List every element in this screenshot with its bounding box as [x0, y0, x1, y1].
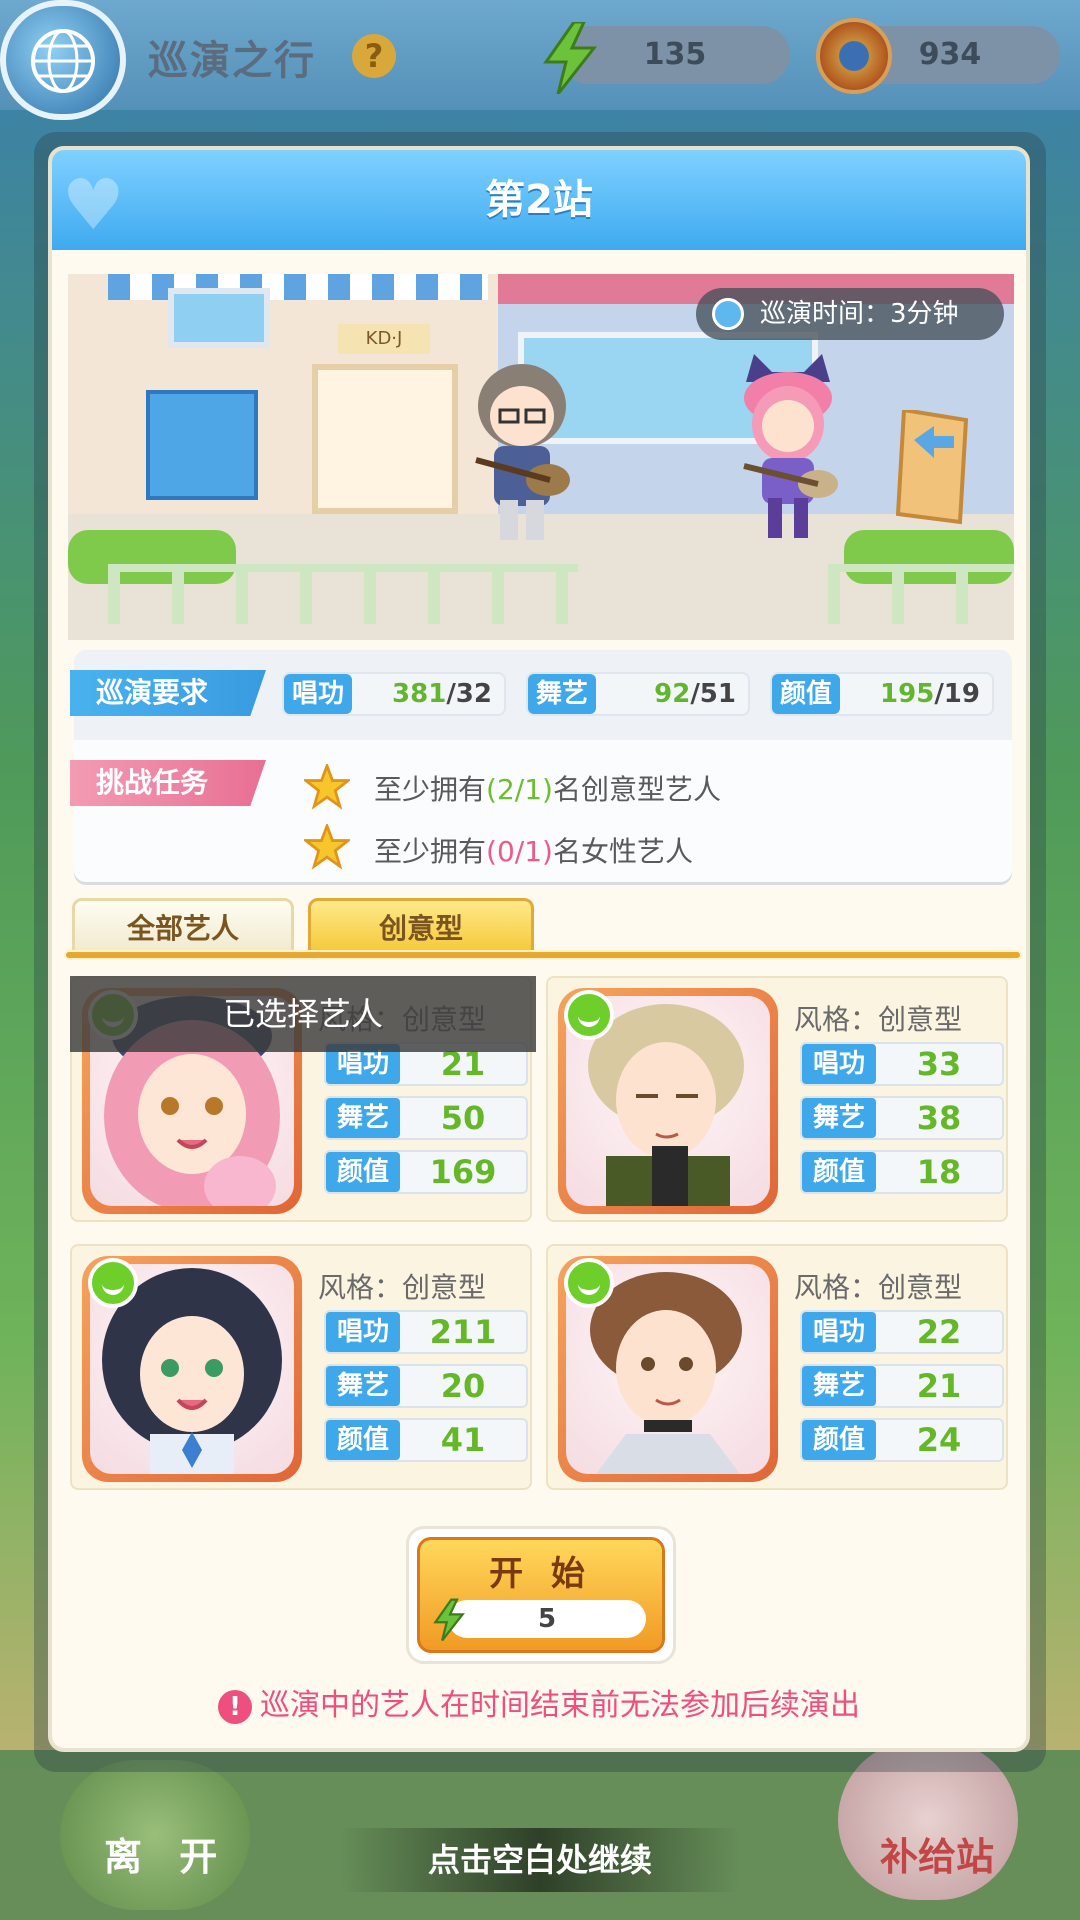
status-smile-icon — [88, 1258, 138, 1308]
welcome-board-icon — [895, 410, 969, 525]
requirement-looks: 颜值 195/19 — [770, 672, 994, 716]
globe-icon[interactable] — [0, 0, 126, 120]
continue-hint: 点击空白处继续 — [427, 1841, 652, 1879]
leave-label: 离 开 — [104, 1835, 230, 1879]
status-smile-icon — [564, 990, 614, 1040]
start-button[interactable]: 开 始 5 — [417, 1537, 665, 1653]
artist-looks-stat: 颜值 18 — [800, 1150, 1004, 1194]
coin-icon — [816, 18, 892, 94]
requirement-looks-tag: 颜值 — [772, 674, 841, 714]
requirement-vocal: 唱功 381/32 — [282, 672, 506, 716]
artist-looks-stat: 颜值 169 — [324, 1150, 528, 1194]
energy-cost: 5 — [448, 1600, 646, 1638]
shop-sign: KD·J — [338, 324, 430, 354]
tab-underline — [64, 950, 1022, 960]
artist-dance-stat: 舞艺 21 — [800, 1364, 1004, 1408]
selected-artist-overlay: 已选择艺人 — [70, 976, 536, 1052]
guitarist-boy-character — [475, 364, 570, 540]
tour-time-text: 巡演时间：3分钟 — [760, 299, 959, 329]
supply-station-label: 补给站 — [880, 1835, 995, 1879]
requirement-dance: 舞艺 92/51 — [526, 672, 750, 716]
selected-artist-text: 已选择艺人 — [222, 995, 383, 1033]
help-icon[interactable]: ? — [352, 34, 396, 78]
tab-all-artists[interactable]: 全部艺人 — [72, 898, 294, 954]
warning-text: 巡演中的艺人在时间结束前无法参加后续演出 — [260, 1688, 860, 1723]
energy-bolt-icon — [543, 22, 598, 94]
artist-style: 风格：创意型 — [794, 1003, 963, 1036]
modal-title: 第2站 — [485, 177, 593, 223]
start-button-frame: 开 始 5 — [406, 1526, 676, 1664]
artist-card-4[interactable]: 风格：创意型 唱功 22 舞艺 21 颜值 24 — [546, 1244, 1008, 1490]
challenge-task-2: 至少拥有(0/1)名女性艺人 — [374, 835, 693, 868]
warning-icon: ! — [218, 1689, 252, 1724]
star-icon — [304, 824, 350, 870]
artist-card-3[interactable]: 风格：创意型 唱功 211 舞艺 20 颜值 41 — [70, 1244, 532, 1490]
fence-right — [828, 564, 1014, 624]
status-smile-icon — [564, 1258, 614, 1308]
challenge-tasks-label: 挑战任务 — [70, 760, 266, 806]
requirement-dance-tag: 舞艺 — [528, 674, 597, 714]
guitarist-girl-character — [743, 354, 838, 538]
star-icon — [304, 764, 350, 810]
tour-stop-modal: ♥ 第2站 KD·J 巡演时间：3分钟 巡演要求 唱功 381/32 舞艺 92… — [48, 146, 1030, 1752]
requirement-vocal-value: 381/32 — [392, 679, 492, 709]
continue-hint-bar[interactable]: 点击空白处继续 — [340, 1828, 740, 1892]
vending-machine — [146, 390, 258, 500]
artist-dance-stat: 舞艺 50 — [324, 1096, 528, 1140]
artist-looks-stat: 颜值 24 — [800, 1418, 1004, 1462]
energy-cost-value: 5 — [537, 1604, 557, 1634]
alarm-clock-icon — [712, 298, 744, 330]
tour-scene-illustration: KD·J 巡演时间：3分钟 — [68, 274, 1014, 640]
artist-style: 风格：创意型 — [794, 1271, 963, 1304]
shop-door — [312, 364, 458, 514]
artist-dance-stat: 舞艺 38 — [800, 1096, 1004, 1140]
challenge-task-1: 至少拥有(2/1)名创意型艺人 — [374, 773, 721, 806]
artist-dance-stat: 舞艺 20 — [324, 1364, 528, 1408]
artist-vocal-stat: 唱功 33 — [800, 1042, 1004, 1086]
page-title: 巡演之行 — [148, 38, 316, 84]
fence-left — [108, 564, 578, 624]
tour-requirements-label: 巡演要求 — [70, 670, 266, 716]
requirements-panel: 巡演要求 唱功 381/32 舞艺 92/51 颜值 195/19 挑战任务 至… — [70, 650, 1012, 882]
warning-message: ! 巡演中的艺人在时间结束前无法参加后续演出 — [52, 1680, 1026, 1724]
artist-style: 风格：创意型 — [318, 1271, 487, 1304]
modal-header: ♥ 第2站 — [52, 150, 1026, 250]
shop-window — [168, 288, 270, 348]
awning-stripe — [108, 274, 488, 300]
requirement-dance-value: 92/51 — [654, 679, 736, 709]
energy-bolt-icon — [433, 1598, 465, 1642]
artist-card-2[interactable]: 风格：创意型 唱功 33 舞艺 38 颜值 18 — [546, 976, 1008, 1222]
artist-vocal-stat: 唱功 22 — [800, 1310, 1004, 1354]
start-button-label: 开 始 — [489, 1554, 593, 1594]
artist-vocal-stat: 唱功 211 — [324, 1310, 528, 1354]
artist-looks-stat: 颜值 41 — [324, 1418, 528, 1462]
tour-time-badge: 巡演时间：3分钟 — [696, 288, 1004, 340]
requirement-vocal-tag: 唱功 — [284, 674, 353, 714]
tab-creative[interactable]: 创意型 — [308, 898, 534, 954]
requirement-looks-value: 195/19 — [880, 679, 980, 709]
